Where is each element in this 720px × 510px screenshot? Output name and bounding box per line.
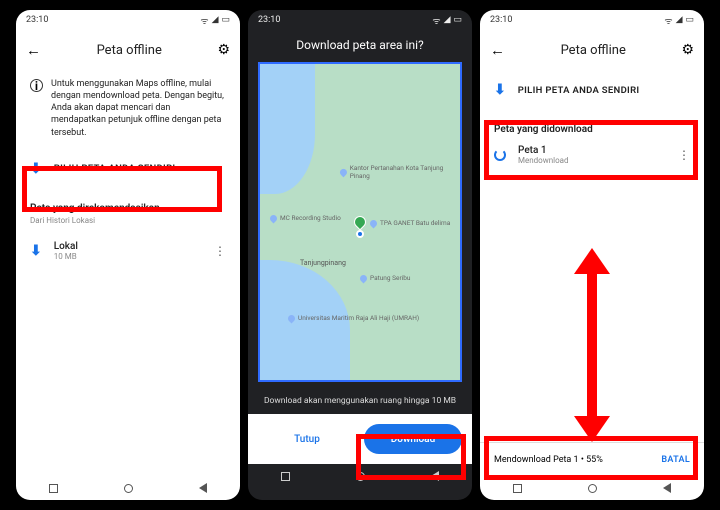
content-area: ⬇ PILIH PETA ANDA SENDIRI Peta yang dido… bbox=[480, 70, 704, 442]
map-poi: Kantor Pertanahan Kota Tanjung Pinang bbox=[340, 164, 460, 180]
arrow-body bbox=[587, 270, 597, 420]
water-shape bbox=[260, 64, 315, 194]
app-bar: ← Peta offline ⚙ bbox=[480, 30, 704, 70]
item-title: Lokal bbox=[54, 241, 202, 252]
select-own-map-button[interactable]: ⬇ PILIH PETA ANDA SENDIRI bbox=[16, 149, 240, 189]
back-icon[interactable]: ← bbox=[26, 41, 41, 59]
select-own-map-label: PILIH PETA ANDA SENDIRI bbox=[54, 163, 176, 174]
close-button[interactable]: Tutup bbox=[258, 424, 356, 454]
wifi-icon: ᯤ bbox=[200, 14, 208, 27]
button-row: Tutup Download bbox=[248, 414, 472, 464]
gear-icon[interactable]: ⚙ bbox=[217, 42, 230, 58]
map-poi: Patung Seribu bbox=[360, 274, 411, 282]
more-icon[interactable]: ⋮ bbox=[678, 148, 690, 162]
nav-back-icon[interactable] bbox=[431, 471, 439, 481]
signal-icon: ◢ bbox=[212, 15, 219, 25]
recommended-section-title: Peta yang direkomendasikan bbox=[16, 189, 240, 216]
recommended-section-sub: Dari Histori Lokasi bbox=[16, 216, 240, 233]
status-time: 23:10 bbox=[490, 15, 512, 25]
battery-icon: ▭ bbox=[685, 15, 694, 25]
status-icons: ᯤ ◢ ▭ bbox=[200, 14, 230, 27]
battery-icon: ▭ bbox=[221, 15, 230, 25]
downloaded-section-title: Peta yang didownload bbox=[480, 110, 704, 137]
storage-note: Download akan menggunakan ruang hingga 1… bbox=[248, 386, 472, 414]
page-title: Peta offline bbox=[517, 43, 669, 58]
wifi-icon: ᯤ bbox=[664, 14, 672, 27]
item-size: 10 MB bbox=[54, 252, 202, 261]
signal-icon: ◢ bbox=[444, 15, 451, 25]
download-icon: ⬇ bbox=[30, 243, 42, 259]
recommended-item[interactable]: ⬇ Lokal 10 MB ⋮ bbox=[16, 233, 240, 269]
item-title: Peta 1 bbox=[518, 145, 666, 156]
phone-offline-maps: 23:10 ᯤ ◢ ▭ ← Peta offline ⚙ i Untuk men… bbox=[16, 10, 240, 500]
phone-download-area: 23:10 ᯤ ◢ ▭ Download peta area ini? Kant… bbox=[248, 10, 472, 500]
app-bar: ← Peta offline ⚙ bbox=[16, 30, 240, 70]
status-bar: 23:10 ᯤ ◢ ▭ bbox=[248, 10, 472, 30]
nav-back-icon[interactable] bbox=[199, 483, 207, 493]
status-bar: 23:10 ᯤ ◢ ▭ bbox=[16, 10, 240, 30]
back-icon[interactable]: ← bbox=[490, 41, 505, 59]
map-label: Tanjungpinang bbox=[300, 259, 346, 267]
info-row: i Untuk menggunakan Maps offline, mulai … bbox=[16, 70, 240, 149]
map-selection-area[interactable]: Kantor Pertanahan Kota Tanjung Pinang MC… bbox=[258, 62, 462, 382]
download-button[interactable]: Download bbox=[364, 424, 462, 454]
info-text: Untuk menggunakan Maps offline, mulai de… bbox=[51, 78, 226, 139]
download-icon: ⬇ bbox=[30, 161, 42, 177]
item-status: Mendownload bbox=[518, 156, 666, 165]
arrow-down-icon bbox=[574, 416, 610, 442]
nav-bar bbox=[248, 464, 472, 488]
battery-icon: ▭ bbox=[453, 15, 462, 25]
spinner-icon bbox=[494, 149, 506, 161]
download-status-text: Mendownload Peta 1 • 55% bbox=[494, 455, 603, 465]
downloading-item[interactable]: Peta 1 Mendownload ⋮ bbox=[480, 137, 704, 173]
status-time: 23:10 bbox=[258, 15, 280, 25]
nav-recent-icon[interactable] bbox=[281, 472, 290, 481]
map-poi: Universitas Maritim Raja Ali Haji (UMRAH… bbox=[288, 314, 419, 322]
nav-recent-icon[interactable] bbox=[49, 484, 58, 493]
status-icons: ᯤ ◢ ▭ bbox=[432, 14, 462, 27]
download-progress-bar: Mendownload Peta 1 • 55% BATAL bbox=[480, 442, 704, 476]
status-icons: ᯤ ◢ ▭ bbox=[664, 14, 694, 27]
select-own-map-label: PILIH PETA ANDA SENDIRI bbox=[518, 85, 640, 96]
wifi-icon: ᯤ bbox=[432, 14, 440, 27]
marker-pin-icon bbox=[352, 213, 369, 230]
nav-back-icon[interactable] bbox=[663, 483, 671, 493]
signal-icon: ◢ bbox=[676, 15, 683, 25]
map-poi: TPA GANET Batu delima bbox=[370, 219, 450, 227]
nav-home-icon[interactable] bbox=[356, 472, 365, 481]
status-time: 23:10 bbox=[26, 15, 48, 25]
dialog-title: Download peta area ini? bbox=[248, 30, 472, 58]
map-poi: MC Recording Studio bbox=[270, 214, 341, 222]
phone-downloading: 23:10 ᯤ ◢ ▭ ← Peta offline ⚙ ⬇ PILIH PET… bbox=[480, 10, 704, 500]
nav-recent-icon[interactable] bbox=[513, 484, 522, 493]
nav-bar bbox=[16, 476, 240, 500]
info-icon: i bbox=[30, 79, 43, 92]
more-icon[interactable]: ⋮ bbox=[214, 244, 226, 258]
status-bar: 23:10 ᯤ ◢ ▭ bbox=[480, 10, 704, 30]
marker-dot-icon bbox=[356, 230, 364, 238]
page-title: Peta offline bbox=[53, 43, 205, 58]
nav-bar bbox=[480, 476, 704, 500]
content-area: i Untuk menggunakan Maps offline, mulai … bbox=[16, 70, 240, 476]
download-icon: ⬇ bbox=[494, 82, 506, 98]
cancel-button[interactable]: BATAL bbox=[661, 455, 690, 465]
nav-home-icon[interactable] bbox=[588, 484, 597, 493]
center-marker bbox=[354, 216, 366, 238]
nav-home-icon[interactable] bbox=[124, 484, 133, 493]
select-own-map-button[interactable]: ⬇ PILIH PETA ANDA SENDIRI bbox=[480, 70, 704, 110]
gear-icon[interactable]: ⚙ bbox=[681, 42, 694, 58]
